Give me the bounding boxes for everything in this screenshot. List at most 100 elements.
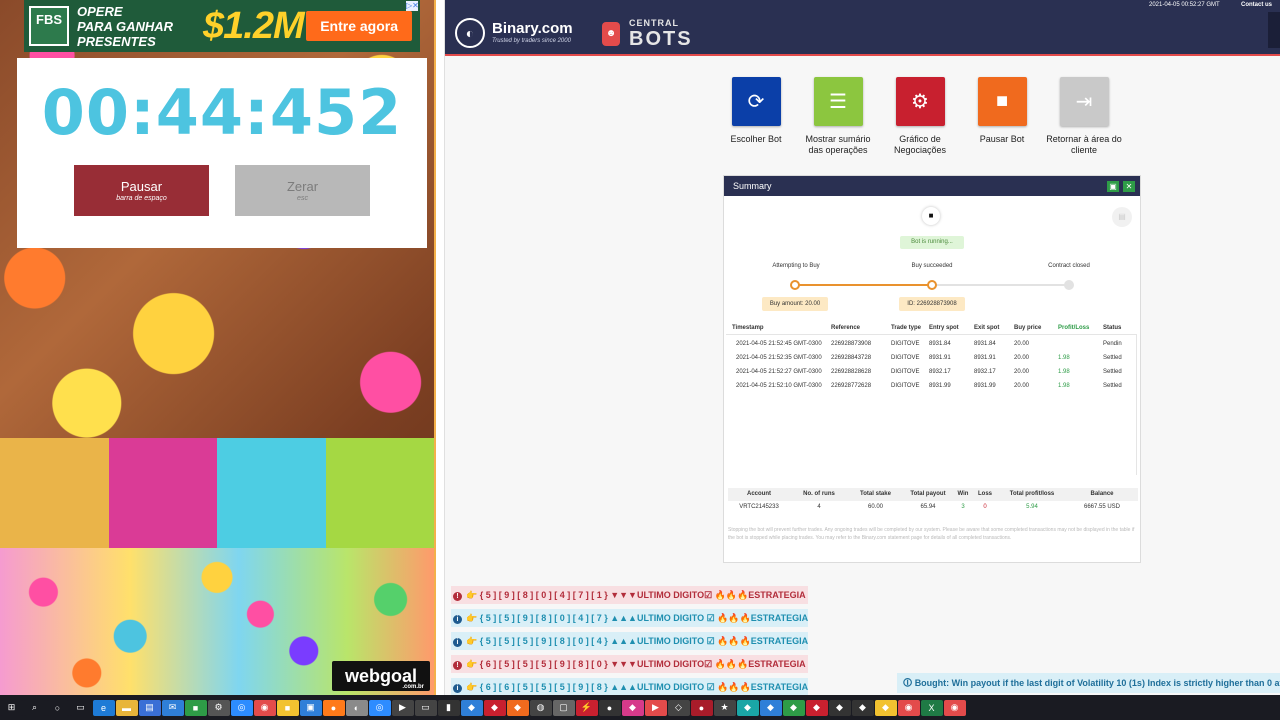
green-app-icon[interactable]: ■ [184,699,207,716]
refresh-icon[interactable]: ⟳ [731,77,781,126]
terminal-icon[interactable]: ▮ [437,699,460,716]
edge-icon[interactable]: e [92,699,115,716]
stopwatch-page: FBS OPERE PARA GANHAR PRESENTES $1.2M En… [0,0,434,695]
app-dark3-icon[interactable]: ◆ [851,699,874,716]
mail-icon[interactable]: ✉ [161,699,184,716]
app-dark-icon[interactable]: ● [598,699,621,716]
task-view-icon[interactable]: ▭ [69,699,92,716]
photos-icon[interactable]: ▣ [299,699,322,716]
file-explorer-icon[interactable]: ▬ [115,699,138,716]
trades-table-body[interactable]: 2021-04-05 21:52:45 GMT-0300 226928873908… [726,335,1137,475]
app-dark2-icon[interactable]: ◆ [828,699,851,716]
search-icon[interactable]: ⌕ [23,699,46,716]
table-row[interactable]: 2021-04-05 21:52:45 GMT-0300 226928873908… [726,337,1136,351]
store-icon[interactable]: ▤ [138,699,161,716]
cortana-icon[interactable]: ○ [46,699,69,716]
ad-close-icon[interactable]: ▷✕ [406,1,419,11]
summary-header: Summary ▣ ✕ [724,176,1140,196]
bought-notification: 🛈 Bought: Win payout if the last digit o… [897,673,1280,693]
app-blue2-icon[interactable]: ◆ [759,699,782,716]
signal-notification: ! 👉 { 6 ] [ 5 ] [ 5 ] [ 5 ] [ 9 ] [ 8 ] [… [451,655,808,673]
app-pink-icon[interactable]: ◆ [621,699,644,716]
contact-link[interactable]: Contact us [1241,2,1272,8]
app-grey-icon[interactable]: ◇ [667,699,690,716]
table-cell: 1.98 [1058,383,1070,389]
signal-text: 👉 { 6 ] [ 5 ] [ 5 ] [ 5 ] [ 9 ] [ 8 ] [ … [466,659,808,669]
app-teal-icon[interactable]: ◆ [736,699,759,716]
zoom-icon[interactable]: ◎ [230,699,253,716]
totals-column-header: Total stake [860,491,891,497]
app-red3-icon[interactable]: ● [690,699,713,716]
webcam-icon[interactable]: ◐ [345,699,368,716]
settings-icon[interactable]: ⚙ [207,699,230,716]
color-swatch [0,438,109,548]
summary-disclaimer: Stopping the bot will prevent further tr… [728,527,1135,541]
collapsed-panel[interactable] [1268,12,1280,48]
close-icon[interactable]: ✕ [1123,181,1135,192]
binary-brand[interactable]: Binary.com [492,20,573,37]
sticky-notes-icon[interactable]: ■ [276,699,299,716]
toolbar-button-label: Mostrar sumário das operações [805,134,871,155]
ad-cta-button[interactable]: Entre agora [306,11,412,41]
bot-status-badge: Bot is running... [900,236,964,249]
toolbar-button[interactable]: ⇥ Retornar à área do cliente [1044,77,1124,156]
stop-icon[interactable]: ■ [977,77,1027,126]
app-green2-icon[interactable]: ◆ [782,699,805,716]
signal-notification: i 👉 { 5 ] [ 5 ] [ 5 ] [ 9 ] [ 8 ] [ 0 ] [… [451,632,808,650]
table-row[interactable]: 2021-04-05 21:52:35 GMT-0300 226928843728… [726,351,1136,365]
star-icon[interactable]: ★ [713,699,736,716]
app-red-icon[interactable]: ◆ [483,699,506,716]
app-yellow-icon[interactable]: ◆ [874,699,897,716]
chrome-icon[interactable]: ◉ [253,699,276,716]
chrome2-icon[interactable]: ◉ [897,699,920,716]
toolbar-button[interactable]: ■ Pausar Bot [962,77,1042,145]
buy-amount-pill: Buy amount: 20.00 [762,297,828,311]
table-cell: Settled [1103,369,1122,375]
stop-icon[interactable]: ■ [922,207,940,225]
windows-start-icon[interactable]: ⊞ [0,699,23,716]
table-row[interactable]: 2021-04-05 21:52:27 GMT-0300 226928828628… [726,365,1136,379]
toolbar-button[interactable]: ⚙ Gráfico de Negociações [880,77,960,156]
progress-line-done [795,284,932,286]
table-row[interactable]: 2021-04-05 21:52:10 GMT-0300 226928772628… [726,379,1136,393]
table-cell: Pendin [1103,341,1122,347]
pause-button[interactable]: Pausar barra de espaço [74,165,209,216]
steam-icon[interactable]: ◍ [529,699,552,716]
chrome3-icon[interactable]: ◉ [943,699,966,716]
logout-icon[interactable]: ⇥ [1059,77,1109,126]
chart-gear-icon[interactable]: ⚙ [895,77,945,126]
toolbar-button[interactable]: ⟳ Escolher Bot [716,77,796,145]
window-divider[interactable] [434,0,445,695]
app-red2-icon[interactable]: ⚡ [575,699,598,716]
monitor-icon[interactable]: ▭ [414,699,437,716]
info-icon: 🛈 [903,678,915,688]
binary-logo-icon[interactable]: ◐ [455,18,485,48]
app-orange-icon[interactable]: ◆ [506,699,529,716]
table-cell: 20.00 [1014,369,1030,375]
youtube-icon[interactable]: ▶ [644,699,667,716]
app-white-icon[interactable]: ▢ [552,699,575,716]
firefox-icon[interactable]: ● [322,699,345,716]
toolbar-button[interactable]: ☰ Mostrar sumário das operações [798,77,878,156]
column-header: Profit/Loss [1058,325,1090,331]
list-icon[interactable]: ☰ [813,77,863,126]
fbs-ad-banner[interactable]: FBS OPERE PARA GANHAR PRESENTES $1.2M En… [24,0,420,52]
clear-icon[interactable]: ▤ [1112,207,1132,227]
webgoal-domain: .com.br [402,684,424,690]
app-red4-icon[interactable]: ◆ [805,699,828,716]
save-icon[interactable]: ▣ [1107,181,1119,192]
color-swatch [108,438,217,548]
totals-cell: 5.94 [1026,504,1038,510]
ad-line-3: PRESENTES [77,33,156,49]
table-cell: 8932.17 [929,369,951,375]
reset-button[interactable]: Zerar esc [235,165,370,216]
zoom-meet-icon[interactable]: ◎ [368,699,391,716]
table-cell: 226928843728 [831,355,872,361]
reset-button-hint: esc [297,195,308,202]
video-icon[interactable]: ▶ [391,699,414,716]
table-cell: 8931.84 [929,341,951,347]
totals-column-header: No. of runs [803,491,835,497]
totals-table: Account No. of runs Total stake Total payou… [728,488,1138,514]
excel-icon[interactable]: X [920,699,943,716]
app-blue-icon[interactable]: ◆ [460,699,483,716]
